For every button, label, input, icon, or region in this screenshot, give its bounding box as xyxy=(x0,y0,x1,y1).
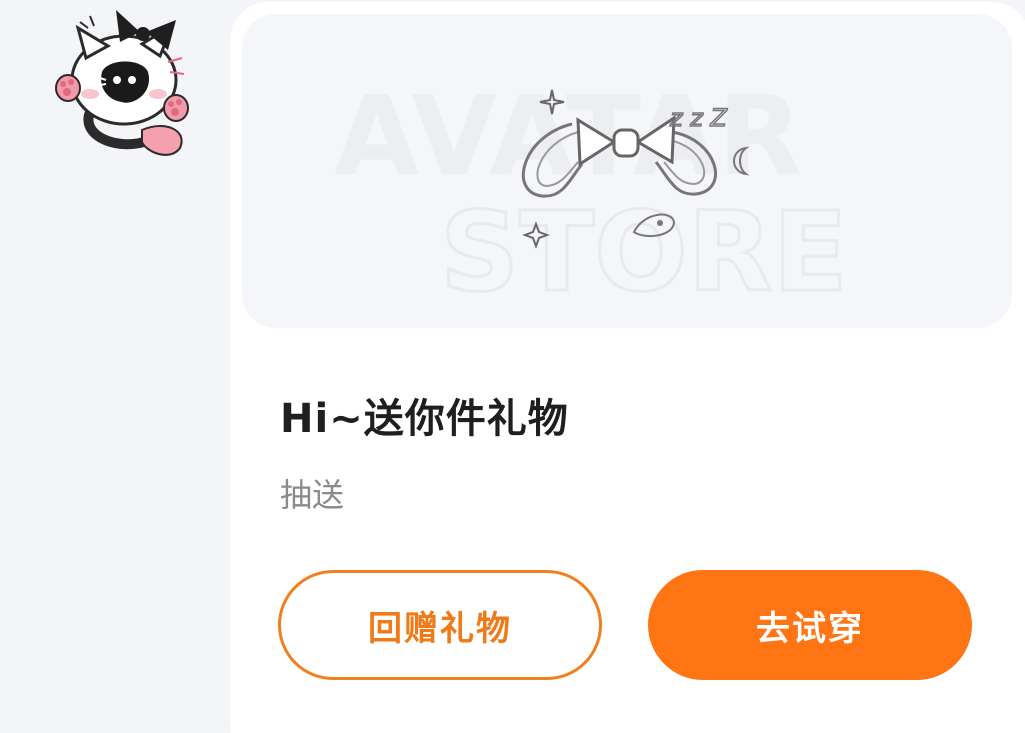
zzz-label: z z Z xyxy=(669,104,727,132)
cat-avatar-icon xyxy=(55,10,189,156)
watermark-store: STORE xyxy=(440,188,848,316)
try-on-button[interactable]: 去试穿 xyxy=(648,570,972,680)
gift-title: Hi~送你件礼物 xyxy=(280,396,569,442)
gift-message-card[interactable]: AVATAR STORE z z Z Hi~送你件礼物 抽送 回赠礼物 去试穿 xyxy=(230,2,1025,733)
sender-avatar[interactable] xyxy=(50,2,198,158)
return-gift-button[interactable]: 回赠礼物 xyxy=(278,570,602,680)
gift-subtitle: 抽送 xyxy=(280,476,345,514)
chat-screen: AVATAR STORE z z Z Hi~送你件礼物 抽送 回赠礼物 去试穿 xyxy=(0,0,1025,733)
bow-clip-illustration-icon: AVATAR STORE z z Z xyxy=(334,72,849,318)
gift-banner: AVATAR STORE z z Z xyxy=(242,14,1012,328)
